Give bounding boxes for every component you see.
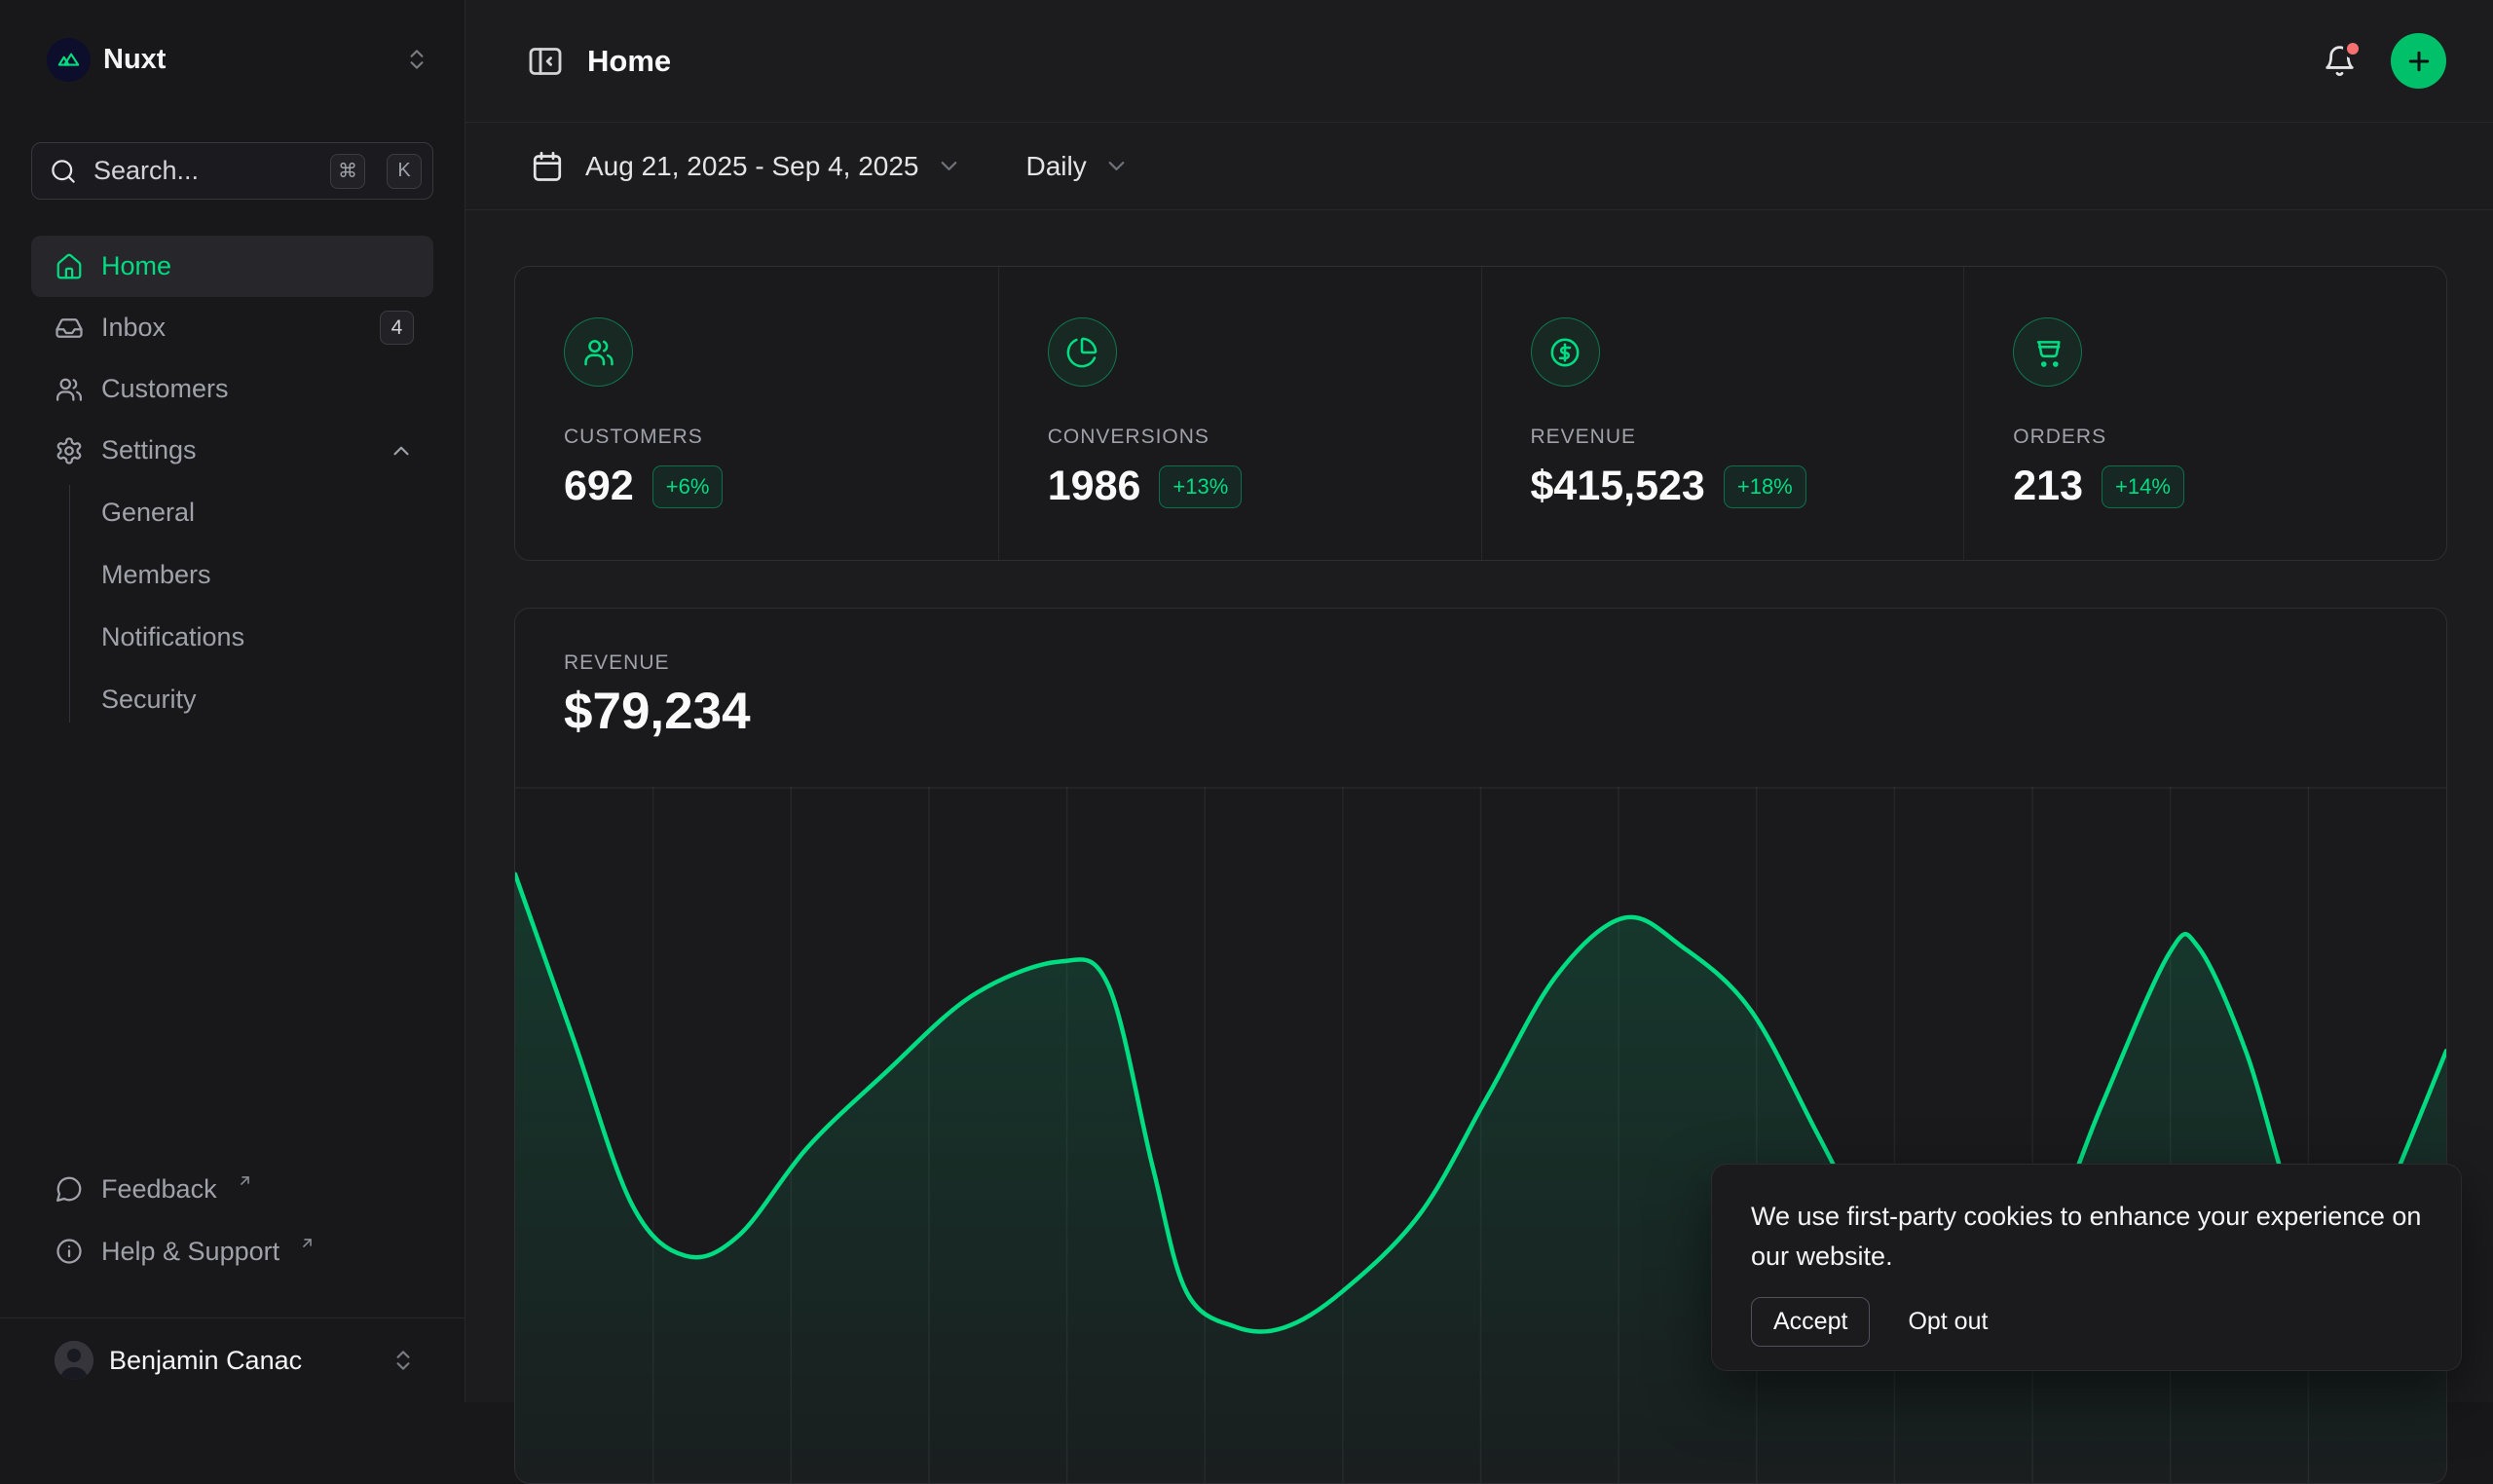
- page-title: Home: [587, 44, 671, 79]
- pie-chart-icon: [1048, 317, 1117, 387]
- sidebar-item-customers[interactable]: Customers: [31, 358, 433, 420]
- feedback-label: Feedback: [101, 1174, 217, 1205]
- stat-delta-badge: +6%: [652, 465, 724, 508]
- search-icon: [49, 157, 78, 186]
- stat-card-revenue[interactable]: REVENUE $415,523 +18%: [1481, 267, 1964, 560]
- sidebar-item-label: Inbox: [101, 313, 166, 343]
- filter-bar: Aug 21, 2025 - Sep 4, 2025 Daily: [465, 123, 2493, 210]
- sidebar-footer-links: Feedback Help & Support: [31, 1168, 433, 1296]
- gear-icon: [55, 436, 84, 465]
- external-link-arrow-icon: [299, 1235, 316, 1251]
- cookie-banner: We use first-party cookies to enhance yo…: [1711, 1164, 2462, 1371]
- stat-label: CONVERSIONS: [1048, 426, 1481, 449]
- sidebar-item-label: Settings: [101, 435, 197, 465]
- stat-delta-badge: +18%: [1724, 465, 1806, 508]
- sidebar-subitem-members[interactable]: Members: [69, 543, 433, 606]
- chart-canvas: [515, 787, 2446, 1483]
- chat-bubble-icon: [55, 1174, 84, 1204]
- sidebar-subitem-security[interactable]: Security: [69, 668, 433, 730]
- opt-out-button[interactable]: Opt out: [1908, 1308, 1988, 1336]
- stat-value: 692: [564, 463, 634, 510]
- stats-row: CUSTOMERS 692 +6% CONVERSIONS 1986 +13%: [514, 266, 2447, 561]
- sidebar-item-home[interactable]: Home: [31, 236, 433, 297]
- chevron-down-icon: [1103, 153, 1130, 179]
- cookie-actions: Accept Opt out: [1751, 1297, 2422, 1347]
- kbd-k: K: [387, 154, 422, 189]
- sidebar-nav: Home Inbox 4 Customers Settings Gener: [31, 236, 433, 730]
- inbox-count-badge: 4: [380, 311, 414, 345]
- sidebar-subitem-general[interactable]: General: [69, 481, 433, 543]
- stat-value: $415,523: [1531, 463, 1705, 510]
- users-icon: [55, 375, 84, 404]
- settings-submenu: General Members Notifications Security: [31, 481, 433, 730]
- stat-label: REVENUE: [1531, 426, 1964, 449]
- shopping-cart-icon: [2013, 317, 2082, 387]
- granularity-select[interactable]: Daily: [1026, 151, 1130, 182]
- sidebar: Nuxt Search... ⌘ K Home Inbox 4: [0, 0, 465, 1402]
- external-link-arrow-icon: [237, 1172, 253, 1189]
- chevron-down-icon: [936, 153, 962, 179]
- kbd-cmd: ⌘: [330, 154, 365, 189]
- search-placeholder: Search...: [93, 156, 315, 186]
- stat-label: ORDERS: [2013, 426, 2446, 449]
- stat-value: 213: [2013, 463, 2083, 510]
- sidebar-item-label: Customers: [101, 374, 229, 404]
- circle-dollar-icon: [1531, 317, 1600, 387]
- house-icon: [55, 252, 84, 281]
- user-menu[interactable]: Benjamin Canac: [31, 1318, 433, 1402]
- chevron-up-icon: [389, 438, 414, 464]
- chevrons-up-down-icon: [391, 1348, 424, 1373]
- stat-delta-badge: +13%: [1159, 465, 1242, 508]
- stat-card-customers[interactable]: CUSTOMERS 692 +6%: [515, 267, 998, 560]
- brand-name: Nuxt: [103, 44, 166, 76]
- header-actions: [2322, 33, 2446, 89]
- revenue-panel-value: $79,234: [564, 682, 751, 741]
- plus-icon: [2404, 47, 2434, 76]
- stat-value: 1986: [1048, 463, 1141, 510]
- cookie-message: We use first-party cookies to enhance yo…: [1751, 1197, 2422, 1277]
- help-support-label: Help & Support: [101, 1237, 279, 1267]
- granularity-value: Daily: [1026, 151, 1087, 182]
- accept-button[interactable]: Accept: [1751, 1297, 1870, 1347]
- sidebar-item-label: Home: [101, 251, 171, 281]
- date-range-picker[interactable]: Aug 21, 2025 - Sep 4, 2025: [530, 149, 962, 184]
- page-header: Home: [465, 0, 2493, 123]
- revenue-panel-label: REVENUE: [564, 651, 670, 675]
- sidebar-item-settings[interactable]: Settings: [31, 420, 433, 481]
- inbox-icon: [55, 314, 84, 343]
- stat-delta-badge: +14%: [2102, 465, 2184, 508]
- revenue-area-chart[interactable]: [515, 787, 2446, 1483]
- sidebar-item-inbox[interactable]: Inbox 4: [31, 297, 433, 358]
- notifications-button[interactable]: [2322, 43, 2358, 79]
- user-name: Benjamin Canac: [109, 1346, 302, 1376]
- help-support-link[interactable]: Help & Support: [31, 1230, 433, 1273]
- sidebar-collapse-button[interactable]: [526, 42, 565, 81]
- avatar: [55, 1341, 93, 1380]
- stat-label: CUSTOMERS: [564, 426, 998, 449]
- feedback-link[interactable]: Feedback: [31, 1168, 433, 1210]
- info-circle-icon: [55, 1237, 84, 1266]
- add-button[interactable]: [2391, 33, 2446, 89]
- stat-card-orders[interactable]: ORDERS 213 +14%: [1963, 267, 2446, 560]
- sidebar-subitem-notifications[interactable]: Notifications: [69, 606, 433, 668]
- notification-dot: [2343, 39, 2363, 58]
- date-range-value: Aug 21, 2025 - Sep 4, 2025: [585, 151, 919, 182]
- search-input[interactable]: Search... ⌘ K: [31, 142, 433, 200]
- chevrons-up-down-icon: [404, 47, 433, 72]
- workspace-switcher[interactable]: Nuxt: [31, 33, 433, 86]
- users-icon: [564, 317, 633, 387]
- calendar-icon: [530, 149, 565, 184]
- stat-card-conversions[interactable]: CONVERSIONS 1986 +13%: [998, 267, 1481, 560]
- nuxt-logo: [47, 38, 91, 82]
